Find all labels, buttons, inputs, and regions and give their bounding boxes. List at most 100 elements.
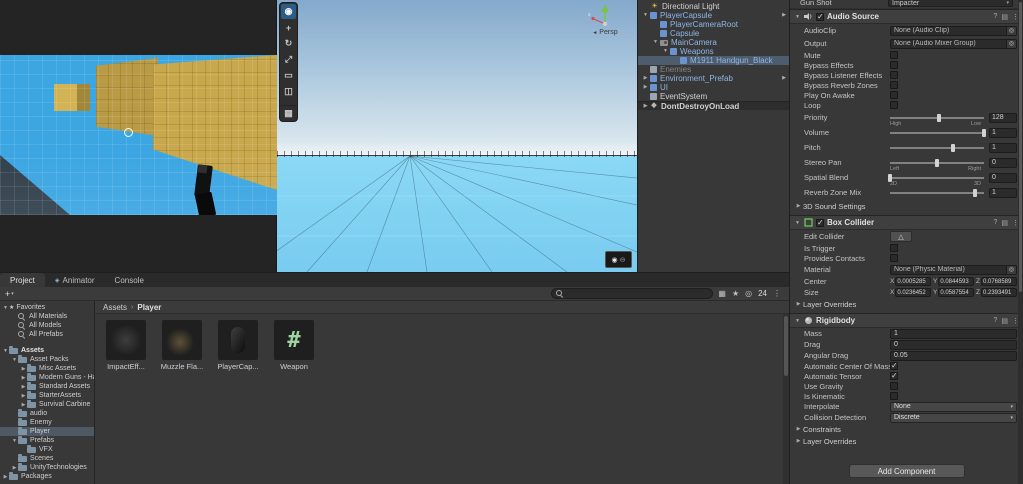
expand-arrow-icon[interactable]: ▶ xyxy=(20,366,27,372)
slider-thumb[interactable] xyxy=(982,128,986,137)
slider-value-field[interactable]: 0 xyxy=(989,172,1017,183)
add-component-button[interactable]: Add Component xyxy=(848,464,965,478)
slider-track-volume[interactable] xyxy=(890,128,986,137)
content-scrollbar[interactable] xyxy=(783,314,789,484)
folder-item-starterassets[interactable]: ▶ StarterAssets xyxy=(0,391,94,400)
slider-value-field[interactable]: 1 xyxy=(989,127,1017,138)
tab-console[interactable]: Console xyxy=(104,273,154,287)
help-icon[interactable]: ? xyxy=(993,219,997,226)
expand-arrow-icon[interactable]: ▼ xyxy=(641,11,650,20)
inspector-scrollbar[interactable] xyxy=(1018,0,1023,484)
expand-arrow-icon[interactable]: ▶ xyxy=(20,375,27,381)
checkbox-automatic-tensor[interactable] xyxy=(890,371,898,380)
visibility-icon[interactable]: ◎ xyxy=(745,289,752,298)
expand-arrow-icon[interactable]: ▼ xyxy=(11,438,18,444)
property-row-layer-overrides[interactable]: ▶ Layer Overrides xyxy=(790,298,1023,310)
expand-arrow-icon[interactable]: ▶ xyxy=(641,83,650,92)
hierarchy-item-playercameraroot[interactable]: PlayerCameraRoot xyxy=(638,20,789,29)
checkbox-mute[interactable] xyxy=(890,51,898,59)
folder-item-favorites[interactable]: ▼ ★ Favorites xyxy=(0,303,94,312)
vector-field-x[interactable]: 0.0236452 xyxy=(895,288,931,297)
foldout-arrow-icon[interactable]: ▼ xyxy=(794,14,801,20)
folder-item-standard-assets[interactable]: ▶ Standard Assets xyxy=(0,382,94,391)
folder-item-vfx[interactable]: VFX xyxy=(0,445,94,454)
folder-item-prefabs[interactable]: ▼ Prefabs xyxy=(0,436,94,445)
checkbox-is-trigger[interactable] xyxy=(890,244,898,252)
expand-arrow-icon[interactable]: ▶ xyxy=(20,393,27,399)
object-field-output[interactable]: None (Audio Mixer Group) ◎ xyxy=(890,38,1017,49)
rotate-tool[interactable]: ↻ xyxy=(281,36,296,51)
dropdown-interpolate[interactable]: None ▾ xyxy=(890,401,1017,412)
game-view-panel[interactable] xyxy=(0,0,277,272)
checkbox-loop[interactable] xyxy=(890,101,898,109)
create-asset-button[interactable]: + ▾ xyxy=(5,289,14,299)
component-header-box-collider[interactable]: ▼Box Collider?▤⋮ xyxy=(790,216,1023,230)
object-picker-icon[interactable]: ◎ xyxy=(1006,26,1016,35)
vector-field-x[interactable]: 0.0005285 xyxy=(895,277,931,286)
asset-item-muzzle-fla[interactable]: Muzzle Fla... xyxy=(159,320,205,371)
slider-thumb[interactable] xyxy=(972,188,977,197)
expand-arrow-icon[interactable]: ▶ xyxy=(2,474,9,480)
property-row-3d-sound-settings[interactable]: ▶ 3D Sound Settings xyxy=(790,200,1023,212)
text-field-mass[interactable]: 1 xyxy=(890,328,1017,339)
dropdown-collision-detection[interactable]: Discrete ▾ xyxy=(890,412,1017,423)
slider-track-reverb-zone-mix[interactable] xyxy=(890,188,984,197)
folder-item-packages[interactable]: ▶ Packages xyxy=(0,472,94,481)
slider-thumb[interactable] xyxy=(950,143,955,152)
panel-menu-icon[interactable]: ⋮ xyxy=(773,289,781,298)
expand-arrow-icon[interactable]: ▼ xyxy=(11,357,18,363)
grid-snap-tool[interactable]: ▦ xyxy=(281,105,296,120)
folder-item-enemy[interactable]: Enemy xyxy=(0,418,94,427)
folder-item-misc-assets[interactable]: ▶ Misc Assets xyxy=(0,364,94,373)
slider-value-field[interactable]: 1 xyxy=(989,142,1017,153)
vector-field-z[interactable]: 0.2393491 xyxy=(980,288,1017,297)
folder-item-unitytechnologies[interactable]: ▶ UnityTechnologies xyxy=(0,463,94,472)
component-header-rigidbody[interactable]: ▼ Rigidbody? ▤ ⋮ xyxy=(790,314,1023,328)
hierarchy-item-eventsystem[interactable]: EventSystem xyxy=(638,92,789,101)
project-search-field[interactable] xyxy=(551,288,714,299)
slider-thumb[interactable] xyxy=(935,158,939,167)
edit-collider-button[interactable]: △ xyxy=(890,231,912,242)
hierarchy-item-ui[interactable]: ▶ UI xyxy=(638,83,789,92)
hierarchy-item-maincamera[interactable]: ▼ MainCamera xyxy=(638,38,789,47)
tab-project[interactable]: Project xyxy=(0,273,45,287)
expand-arrow-icon[interactable]: ▼ xyxy=(2,305,9,311)
hierarchy-item-environment-prefab[interactable]: ▶ Environment_Prefab ▶ xyxy=(638,74,789,83)
folder-item-assets[interactable]: ▼ Assets xyxy=(0,346,94,355)
hierarchy-item-m1911-handgun-black[interactable]: M1911 Handgun_Black xyxy=(638,56,789,65)
expand-arrow-icon[interactable]: ▼ xyxy=(2,348,9,354)
scene-view-panel[interactable]: ◉ + ↻ ⤢ ▭ ◫ ▦ x ◄ Persp ◉ ⊖ xyxy=(277,0,637,272)
slider-track-stereo-pan[interactable] xyxy=(890,158,984,167)
presets-icon[interactable]: ▤ xyxy=(1001,219,1008,227)
search-input[interactable] xyxy=(567,290,709,297)
slider-value-field[interactable]: 1 xyxy=(989,187,1017,198)
scale-tool[interactable]: ⤢ xyxy=(281,52,296,67)
slider-thumb[interactable] xyxy=(936,113,941,122)
asset-item-playercap[interactable]: PlayerCap... xyxy=(215,320,261,371)
open-prefab-arrow-icon[interactable]: ▶ xyxy=(782,11,786,20)
object-field-material[interactable]: None (Physic Material) ◎ xyxy=(890,264,1017,275)
help-icon[interactable]: ? xyxy=(993,13,997,20)
open-prefab-arrow-icon[interactable]: ▶ xyxy=(782,74,786,83)
hierarchy-item-enemies[interactable]: Enemies xyxy=(638,65,789,74)
scene-orientation-gizmo[interactable]: x ◄ Persp xyxy=(581,3,629,36)
vector-field-y[interactable]: 0.0844593 xyxy=(938,277,974,286)
view-tool[interactable]: ◉ xyxy=(281,4,296,19)
folder-item-player[interactable]: Player xyxy=(0,427,94,436)
vector-field-y[interactable]: 0.0587554 xyxy=(938,288,974,297)
foldout-arrow-icon[interactable]: ▶ xyxy=(794,301,803,307)
scrollbar-thumb[interactable] xyxy=(784,316,788,376)
foldout-arrow-icon[interactable]: ▼ xyxy=(794,318,801,324)
checkbox-provides-contacts[interactable] xyxy=(890,254,898,262)
breadcrumb-current[interactable]: Player xyxy=(137,303,161,312)
expand-arrow-icon[interactable]: ▶ xyxy=(20,402,27,408)
presets-icon[interactable]: ▤ xyxy=(1001,13,1008,21)
slider-track-spatial-blend[interactable] xyxy=(888,173,984,182)
asset-item-impacteff[interactable]: ImpactEff... xyxy=(103,320,149,371)
cutoff-object-field[interactable]: Impacter ▾ xyxy=(888,0,1013,7)
component-enabled-checkbox[interactable] xyxy=(816,218,824,227)
hierarchy-item-directional-light[interactable]: ☀ Directional Light xyxy=(638,2,789,11)
foldout-arrow-icon[interactable]: ▼ xyxy=(794,220,801,226)
slider-track-priority[interactable] xyxy=(890,113,984,122)
expand-arrow-icon[interactable]: ▶ xyxy=(11,465,18,471)
